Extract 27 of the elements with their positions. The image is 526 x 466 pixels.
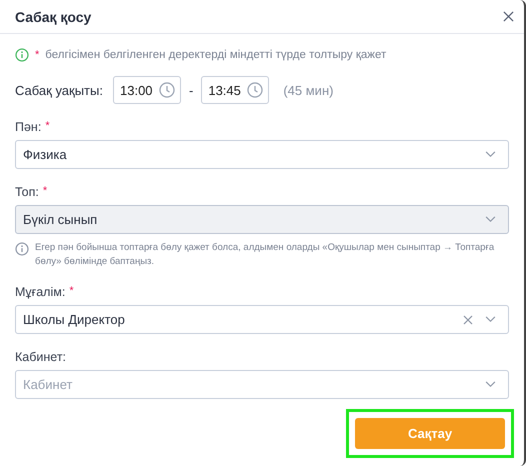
field-label: Пән: <box>15 120 42 134</box>
select-field[interactable]: Школы Директор <box>15 305 509 334</box>
field-label: Топ: <box>15 185 39 199</box>
required-mark: * <box>42 185 48 199</box>
chevron-down-icon[interactable] <box>485 316 496 323</box>
notice-text: белгісімен белгіленген деректерді міндетті түрде толтыру қажет <box>45 49 386 61</box>
clock-icon[interactable] <box>247 82 264 98</box>
time-separator: - <box>189 82 194 98</box>
time-field[interactable]: 13:45 <box>201 76 270 104</box>
field-label: Мұғалім: <box>15 285 66 299</box>
required-mark: * <box>45 120 50 134</box>
dialog-title: Сабақ қосу <box>15 8 92 24</box>
required-mark: * <box>35 49 40 61</box>
chevron-down-icon[interactable] <box>485 381 496 388</box>
close-button[interactable] <box>503 11 514 22</box>
field-label: Кабинет: <box>15 350 66 364</box>
info-icon <box>15 242 29 256</box>
duration-text: (45 мин) <box>283 82 334 98</box>
clock-icon[interactable] <box>159 82 175 98</box>
hint-text: Егер пән бойынша топтарға бөлу қажет болса, алдымен оларды «Оқушылар мен сыныптар → Топтарға бөлу» бөлімінде баптаңыз. <box>35 241 496 269</box>
time-label: Сабақ уақыты: <box>15 82 104 98</box>
select-field[interactable]: Физика <box>15 140 509 169</box>
time-field[interactable]: 13:00 <box>113 76 181 104</box>
info-icon <box>15 48 29 62</box>
chevron-down-icon[interactable] <box>485 151 496 158</box>
required-mark: * <box>69 285 74 299</box>
clear-icon[interactable] <box>463 314 473 324</box>
